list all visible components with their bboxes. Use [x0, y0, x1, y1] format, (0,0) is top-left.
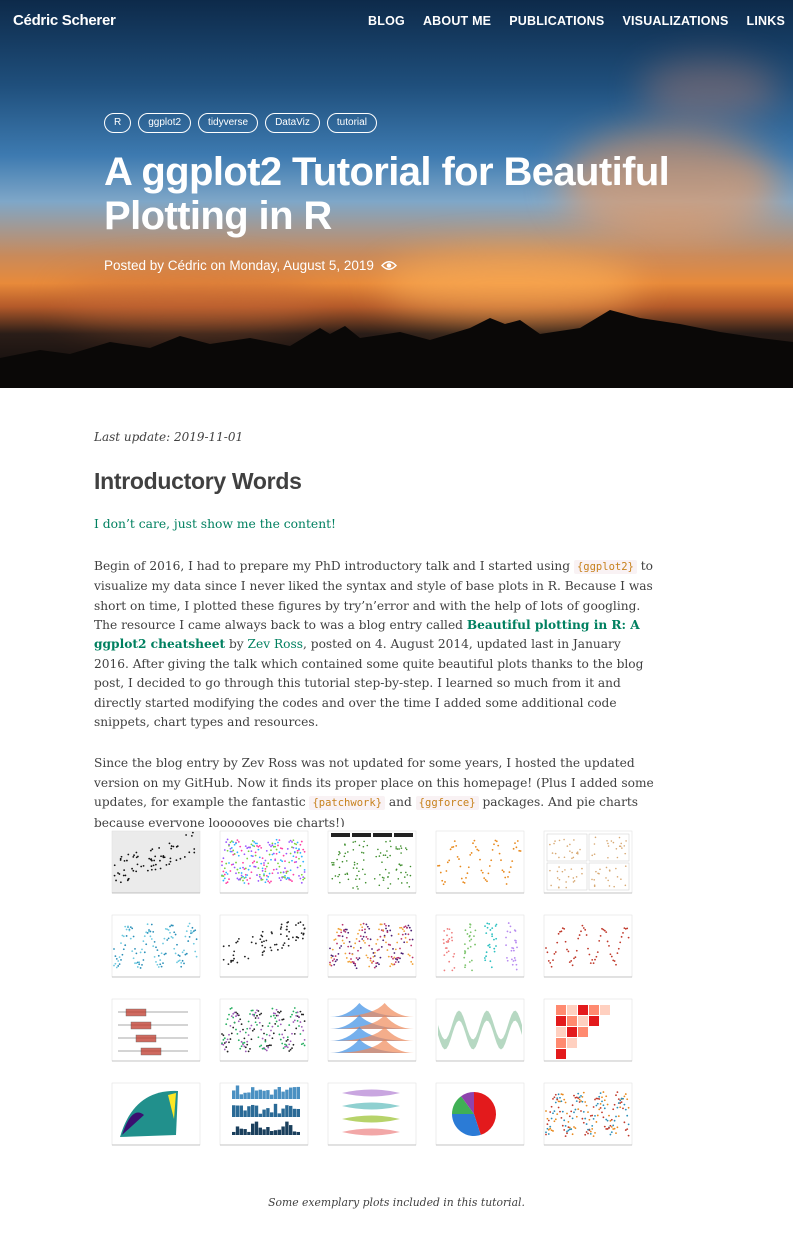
nav-item-about-me[interactable]: ABOUT ME [423, 14, 491, 28]
last-update: Last update: 2019-11-01 [94, 430, 244, 444]
pie-thumb [428, 1079, 528, 1155]
post-tags: R ggplot2 tidyverse DataViz tutorial [104, 113, 377, 133]
plot-gallery [104, 827, 636, 1163]
heatmap-thumb [536, 995, 636, 1071]
eye-icon [380, 261, 397, 270]
post-meta-text: Posted by Cédric on Monday, August 5, 20… [104, 258, 374, 273]
post-meta: Posted by Cédric on Monday, August 5, 20… [104, 258, 397, 273]
viridis-thumb [320, 911, 420, 987]
green-band-thumb [428, 995, 528, 1071]
red-points-thumb [536, 911, 636, 987]
regression-thumb [212, 911, 312, 987]
tag-r[interactable]: R [104, 113, 132, 133]
nav-item-publications[interactable]: PUBLICATIONS [509, 14, 604, 28]
hero-banner: Cédric Scherer BLOG ABOUT ME PUBLICATION… [0, 0, 793, 388]
ridgeline-thumb [320, 995, 420, 1071]
code-ggplot2: {ggplot2} [573, 559, 637, 574]
teal-lines-thumb [104, 911, 204, 987]
intro-paragraph-2: Since the blog entry by Zev Ross was not… [94, 754, 659, 833]
post-title: A ggplot2 Tutorial for Beautiful Plottin… [104, 150, 670, 238]
scatter-gray-thumb [104, 827, 204, 903]
tag-tutorial[interactable]: tutorial [326, 113, 377, 133]
text-run: by [225, 637, 248, 652]
section-title: Introductory Words [94, 468, 302, 495]
boxplot-thumb [104, 995, 204, 1071]
code-ggforce: {ggforce} [415, 796, 479, 811]
histogram-thumb [212, 1079, 312, 1155]
orange-points-thumb [428, 827, 528, 903]
facet-grid-thumb [536, 827, 636, 903]
text-run: Begin of 2016, I had to prepare my PhD i… [94, 558, 574, 573]
tag-dataviz[interactable]: DataViz [265, 113, 320, 133]
multi-lines-thumb [536, 1079, 636, 1155]
nav-item-links[interactable]: LINKS [747, 14, 786, 28]
text-run: and [385, 795, 416, 810]
post-content: Last update: 2019-11-01 Introductory Wor… [94, 428, 659, 833]
facet-green-thumb [320, 827, 420, 903]
intro-paragraph-1: Begin of 2016, I had to prepare my PhD i… [94, 557, 659, 733]
skip-to-content-link[interactable]: I don’t care, just show me the content! [94, 515, 659, 534]
site-brand[interactable]: Cédric Scherer [13, 12, 116, 29]
main-nav: BLOG ABOUT ME PUBLICATIONS VISUALIZATION… [368, 14, 785, 28]
jitter-thumb [428, 911, 528, 987]
violin-thumb [320, 1079, 420, 1155]
contour-thumb [104, 1079, 204, 1155]
labels-thumb [212, 995, 312, 1071]
code-patchwork: {patchwork} [309, 796, 385, 811]
zev-ross-link[interactable]: Zev Ross [248, 637, 303, 651]
tag-tidyverse[interactable]: tidyverse [198, 113, 259, 133]
skyline-silhouette [0, 310, 793, 388]
tag-ggplot2[interactable]: ggplot2 [138, 113, 192, 133]
nav-item-visualizations[interactable]: VISUALIZATIONS [622, 14, 728, 28]
gallery-caption: Some exemplary plots included in this tu… [268, 1196, 525, 1209]
nav-item-blog[interactable]: BLOG [368, 14, 405, 28]
rainbow-lines-thumb [212, 827, 312, 903]
